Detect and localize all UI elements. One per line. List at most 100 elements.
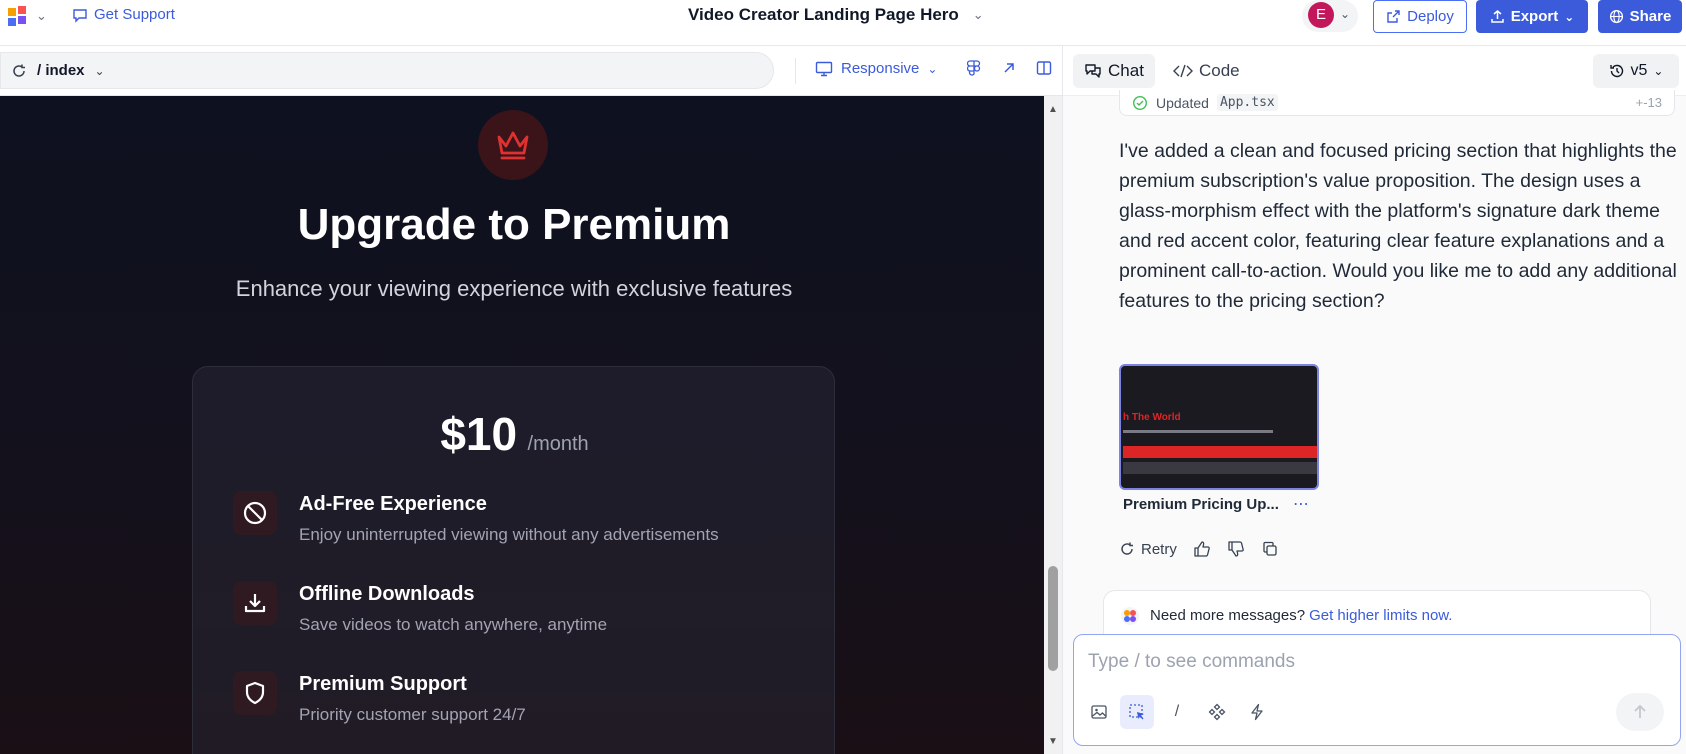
message-input[interactable] bbox=[1088, 647, 1648, 677]
feature-name: Ad-Free Experience bbox=[299, 493, 487, 515]
chevron-down-icon: ⌄ bbox=[927, 61, 938, 76]
crown-badge bbox=[478, 110, 548, 180]
check-circle-icon bbox=[1132, 95, 1148, 110]
globe-icon bbox=[1609, 9, 1623, 24]
price-amount: $10 bbox=[440, 408, 518, 460]
feature-item: Premium Support Priority customer suppor… bbox=[233, 671, 813, 741]
components-icon[interactable] bbox=[1200, 695, 1234, 729]
more-options-icon[interactable]: ⋯ bbox=[1293, 494, 1310, 514]
hero-subtitle: Enhance your viewing experience with exc… bbox=[235, 276, 793, 301]
thumbnail-title: h The World bbox=[1123, 412, 1181, 423]
user-menu[interactable]: E ⌄ bbox=[1302, 0, 1358, 32]
hero-title: Upgrade to Premium bbox=[297, 200, 731, 249]
upload-icon bbox=[1490, 10, 1504, 23]
thumbnail-label[interactable]: Premium Pricing Up... bbox=[1123, 496, 1279, 513]
chevron-down-icon: ⌄ bbox=[94, 63, 105, 78]
get-support-label: Get Support bbox=[94, 6, 175, 23]
split-view-icon[interactable] bbox=[1034, 60, 1054, 80]
limits-text: Need more messages? bbox=[1150, 607, 1306, 624]
chat-bubble-icon bbox=[73, 8, 87, 23]
tab-chat-label: Chat bbox=[1108, 61, 1144, 80]
image-upload-icon[interactable] bbox=[1082, 695, 1116, 729]
export-label: Export bbox=[1510, 8, 1559, 25]
logo-chevron-down-icon[interactable]: ⌄ bbox=[36, 8, 47, 24]
top-bar: ⌄ Get Support Video Creator Landing Page… bbox=[0, 0, 1686, 46]
feature-desc: Save videos to watch anywhere, anytime bbox=[299, 615, 608, 634]
chevron-down-icon: ⌄ bbox=[1653, 64, 1664, 78]
figma-icon[interactable] bbox=[964, 60, 984, 80]
scroll-down-arrow-icon[interactable]: ▼ bbox=[1048, 736, 1058, 747]
updated-label: Updated bbox=[1156, 94, 1209, 111]
project-title-text: Video Creator Landing Page Hero bbox=[688, 5, 959, 24]
preview-toolbar: / index ⌄ Responsive ⌄ bbox=[0, 46, 1062, 96]
slash-command-icon[interactable]: / bbox=[1160, 695, 1194, 729]
share-button[interactable]: Share bbox=[1598, 0, 1682, 33]
select-element-icon[interactable] bbox=[1120, 695, 1154, 729]
shield-icon bbox=[233, 671, 277, 715]
feature-name: Premium Support bbox=[299, 673, 467, 695]
avatar: E bbox=[1308, 2, 1334, 28]
message-actions: Retry bbox=[1119, 540, 1279, 558]
project-title[interactable]: Video Creator Landing Page Hero ⌄ bbox=[688, 5, 984, 25]
chevron-down-icon: ⌄ bbox=[972, 7, 984, 22]
chevron-down-icon: ⌄ bbox=[1340, 7, 1351, 21]
toolbar-divider bbox=[795, 58, 796, 84]
export-button[interactable]: Export ⌄ bbox=[1476, 0, 1588, 33]
scroll-thumb[interactable] bbox=[1048, 566, 1058, 671]
app-logo-icon[interactable] bbox=[4, 4, 32, 30]
preview-thumbnail[interactable]: h The World bbox=[1119, 364, 1319, 490]
pricing-card: $10 /month Ad-Free Experience Enjoy unin… bbox=[192, 366, 835, 754]
version-dropdown[interactable]: v5 ⌄ bbox=[1593, 54, 1679, 88]
thumbs-up-icon[interactable] bbox=[1193, 540, 1211, 558]
arrow-up-icon bbox=[1634, 704, 1646, 718]
download-icon bbox=[233, 581, 277, 625]
thumbnail-button bbox=[1123, 462, 1317, 474]
responsive-dropdown[interactable]: Responsive ⌄ bbox=[815, 60, 937, 77]
preview-canvas: Upgrade to Premium Enhance your viewing … bbox=[0, 96, 1044, 754]
copy-icon[interactable] bbox=[1261, 540, 1279, 558]
price-period: /month bbox=[527, 433, 589, 455]
updated-file-card[interactable]: Updated App.tsx +-13 bbox=[1119, 90, 1675, 116]
responsive-label: Responsive bbox=[841, 60, 920, 77]
feature-desc: Priority customer support 24/7 bbox=[299, 705, 526, 724]
lightning-icon[interactable] bbox=[1240, 695, 1274, 729]
tab-chat[interactable]: Chat bbox=[1073, 54, 1155, 88]
share-label: Share bbox=[1629, 8, 1672, 25]
feature-name: Offline Downloads bbox=[299, 583, 475, 605]
price: $10 /month bbox=[193, 407, 836, 461]
retry-icon bbox=[1121, 542, 1133, 555]
brand-logo-icon bbox=[1121, 606, 1139, 625]
history-icon bbox=[1609, 64, 1623, 78]
preview-scrollbar[interactable]: ▲ ▼ bbox=[1044, 96, 1062, 754]
scroll-up-arrow-icon[interactable]: ▲ bbox=[1048, 104, 1058, 115]
ban-icon bbox=[233, 491, 277, 535]
version-label: v5 bbox=[1630, 62, 1648, 79]
send-button[interactable] bbox=[1616, 693, 1664, 731]
feature-item: Ad-Free Experience Enjoy uninterrupted v… bbox=[233, 491, 813, 561]
open-in-new-icon[interactable] bbox=[999, 60, 1019, 80]
code-icon bbox=[1173, 64, 1193, 78]
external-link-icon bbox=[1387, 10, 1400, 23]
url-bar[interactable]: / index ⌄ bbox=[0, 52, 774, 89]
thumbs-down-icon[interactable] bbox=[1227, 540, 1245, 558]
chat-icon bbox=[1085, 64, 1101, 78]
feature-item: Offline Downloads Save videos to watch a… bbox=[233, 581, 813, 651]
higher-limits-link[interactable]: Get higher limits now. bbox=[1309, 607, 1452, 624]
assistant-message: I've added a clean and focused pricing s… bbox=[1119, 140, 1677, 312]
get-support-link[interactable]: Get Support bbox=[72, 6, 175, 23]
chat-tabs: Chat Code v5 ⌄ bbox=[1063, 46, 1686, 96]
tab-code[interactable]: Code bbox=[1173, 54, 1240, 88]
deploy-label: Deploy bbox=[1407, 8, 1454, 25]
message-composer: / bbox=[1073, 634, 1681, 746]
deploy-button[interactable]: Deploy bbox=[1373, 0, 1467, 33]
chat-panel: Chat Code v5 ⌄ Updated App.tsx +-13 I've… bbox=[1063, 46, 1686, 754]
refresh-icon[interactable] bbox=[11, 63, 27, 79]
chevron-down-icon: ⌄ bbox=[1564, 9, 1575, 24]
thumbnail-line bbox=[1123, 430, 1273, 433]
updated-diff: +-13 bbox=[1635, 95, 1662, 110]
limits-banner: Need more messages? Get higher limits no… bbox=[1103, 590, 1651, 640]
retry-button[interactable]: Retry bbox=[1119, 541, 1177, 558]
tab-code-label: Code bbox=[1199, 61, 1240, 80]
feature-desc: Enjoy uninterrupted viewing without any … bbox=[299, 525, 719, 544]
monitor-icon bbox=[815, 61, 833, 76]
